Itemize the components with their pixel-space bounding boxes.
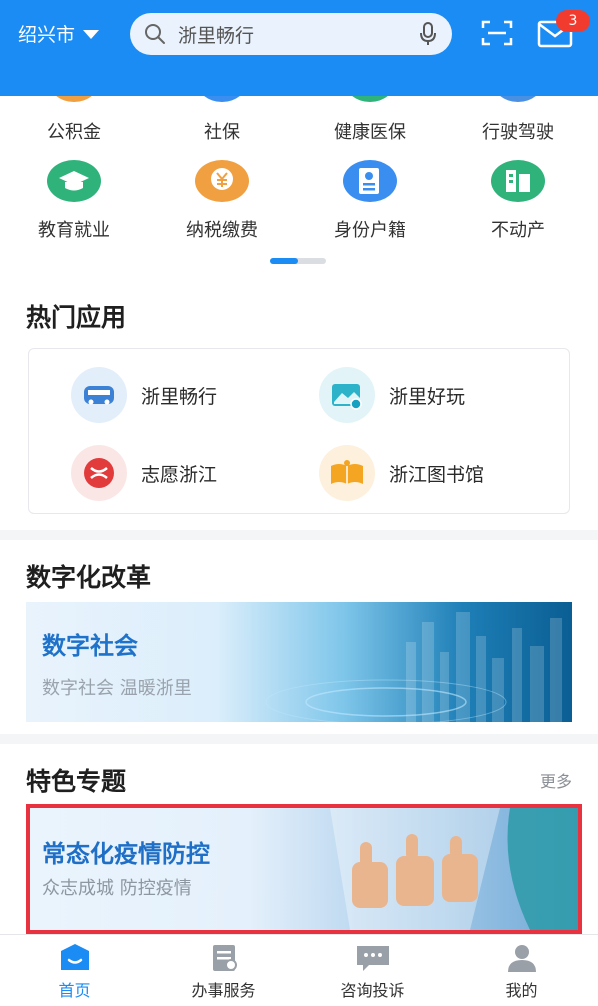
volunteer-icon — [71, 445, 127, 501]
app-label: 志愿浙江 — [141, 463, 218, 486]
nav-label: 咨询投诉 — [340, 981, 405, 1000]
category-social-security[interactable]: 社保 — [148, 96, 296, 144]
nav-label: 办事服务 — [191, 981, 256, 1000]
category-tax[interactable]: 纳税缴费 — [148, 158, 296, 242]
nav-label: 我的 — [505, 981, 538, 1000]
search-placeholder: 浙里畅行 — [178, 24, 255, 47]
app-zhejiang-library[interactable]: 浙江图书馆 — [319, 445, 484, 501]
page-indicator — [270, 258, 326, 264]
category-id-card[interactable]: 身份户籍 — [296, 158, 444, 242]
city-selector[interactable]: 绍兴市 — [18, 20, 100, 47]
city-label: 绍兴市 — [18, 24, 76, 46]
search-icon — [145, 24, 165, 44]
top-header: 绍兴市 浙里畅行 3 — [0, 0, 598, 96]
city-skyline-graphic — [265, 612, 562, 722]
hot-apps-card: 浙里畅行 浙里好玩 志愿浙江 浙江图书馆 — [28, 348, 570, 514]
microphone-icon[interactable] — [418, 21, 438, 47]
category-label: 纳税缴费 — [186, 220, 258, 241]
app-zheli-changxing[interactable]: 浙里畅行 — [71, 367, 217, 423]
page-indicator-active — [270, 258, 298, 264]
banner-title: 常态化疫情防控 — [42, 840, 210, 868]
app-zheli-haowan[interactable]: 浙里好玩 — [319, 367, 465, 423]
search-bar[interactable]: 浙里畅行 — [130, 13, 452, 55]
category-education[interactable]: 教育就业 — [0, 158, 148, 242]
home-icon — [60, 944, 89, 970]
service-icon — [212, 945, 237, 971]
nav-consult[interactable]: 咨询投诉 — [298, 935, 447, 1006]
caret-down-icon — [83, 30, 100, 39]
category-medical-insurance[interactable]: 健康医保 — [296, 96, 444, 144]
notification-badge: 3 — [556, 10, 590, 32]
app-label: 浙江图书馆 — [389, 463, 485, 486]
epidemic-prevention-banner[interactable]: 常态化疫情防控 众志成城 防控疫情 — [26, 804, 582, 934]
education-icon — [47, 160, 101, 202]
driving-icon — [500, 96, 536, 102]
scenery-icon — [319, 367, 375, 423]
real-estate-icon — [491, 160, 545, 202]
banner-subtitle: 众志成城 防控疫情 — [42, 878, 192, 899]
user-icon — [507, 945, 536, 972]
section-title: 热门应用 — [26, 303, 127, 332]
app-label: 浙里好玩 — [389, 385, 466, 408]
category-label: 健康医保 — [334, 122, 406, 143]
category-label: 身份户籍 — [334, 220, 406, 241]
book-icon — [319, 445, 375, 501]
banner-title: 数字社会 — [42, 632, 138, 660]
section-title: 特色专题 — [26, 767, 127, 796]
digital-society-banner[interactable]: 数字社会 数字社会 温暖浙里 — [26, 602, 572, 722]
featured-topics-section: 特色专题 更多 常态化疫情防控 众志成城 防控疫情 — [0, 744, 598, 934]
housing-fund-icon — [56, 96, 92, 102]
digital-reform-section: 数字化改革 数字社会 数字社会 温暖浙里 — [0, 540, 598, 734]
bottom-navigation: 首页 办事服务 咨询投诉 我的 — [0, 934, 598, 1006]
bus-icon — [71, 367, 127, 423]
thumbs-up-graphic — [330, 808, 578, 930]
category-real-estate[interactable]: 不动产 — [444, 158, 592, 242]
category-label: 不动产 — [491, 220, 545, 241]
scan-icon[interactable] — [481, 19, 513, 47]
nav-home[interactable]: 首页 — [0, 935, 149, 1006]
app-label: 浙里畅行 — [141, 385, 218, 408]
app-zhiyuan-zhejiang[interactable]: 志愿浙江 — [71, 445, 217, 501]
banner-subtitle: 数字社会 温暖浙里 — [42, 678, 192, 699]
nav-services[interactable]: 办事服务 — [149, 935, 298, 1006]
nav-mine[interactable]: 我的 — [447, 935, 596, 1006]
medical-insurance-icon — [352, 96, 388, 102]
category-housing-fund[interactable]: 公积金 — [0, 96, 148, 144]
tax-icon — [195, 160, 249, 202]
more-link[interactable]: 更多 — [540, 768, 572, 792]
hot-apps-section: 热门应用 浙里畅行 浙里好玩 志愿浙江 浙江图书馆 — [0, 282, 598, 530]
category-label: 行驶驾驶 — [482, 122, 554, 143]
category-label: 社保 — [204, 122, 240, 143]
category-grid: 公积金 社保 健康医保 行驶驾驶 教育就业 纳税缴费 身份户籍 不动产 — [0, 96, 598, 282]
category-driving[interactable]: 行驶驾驶 — [444, 96, 592, 144]
category-label: 公积金 — [47, 122, 101, 143]
chat-icon — [356, 946, 389, 971]
id-card-icon — [343, 160, 397, 202]
nav-label: 首页 — [58, 981, 91, 1000]
section-title: 数字化改革 — [26, 563, 152, 592]
category-label: 教育就业 — [38, 220, 110, 241]
social-security-icon — [204, 96, 240, 102]
